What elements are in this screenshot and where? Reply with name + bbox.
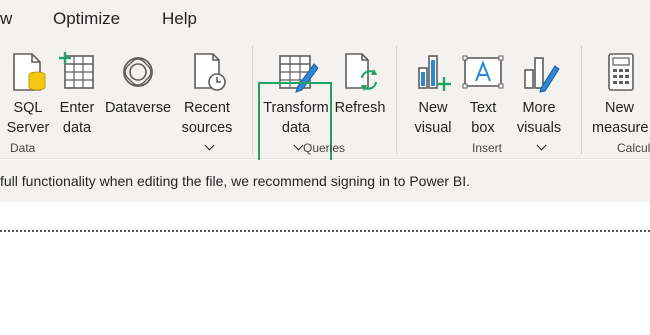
refresh-button[interactable]: Refresh (334, 44, 386, 134)
more-visuals-label-2: visuals (516, 120, 562, 136)
enter-data-label: Enter (59, 100, 95, 116)
new-measure-button[interactable]: New measure (588, 44, 650, 136)
sql-server-label-2: Server (6, 120, 50, 136)
text-box-button[interactable]: Text box (460, 44, 506, 136)
report-canvas[interactable] (0, 202, 650, 335)
text-box-icon (462, 55, 504, 89)
sql-server-button[interactable]: SQL Server (4, 44, 52, 136)
new-measure-icon (608, 53, 634, 91)
chevron-down-icon (204, 140, 214, 151)
group-label-calculations: Calcul (617, 141, 650, 155)
dataverse-label: Dataverse (104, 100, 172, 116)
new-visual-label-2: visual (414, 120, 452, 136)
group-separator (396, 46, 397, 154)
chevron-down-icon (536, 140, 546, 151)
enter-data-label-2: data (62, 120, 92, 136)
notification-text: full functionality when editing the file… (0, 173, 471, 189)
group-label-queries: Queries (303, 141, 346, 155)
dataverse-icon (123, 57, 153, 87)
refresh-label: Refresh (334, 100, 386, 116)
sql-server-label: SQL (13, 100, 43, 116)
transform-data-highlight (258, 82, 332, 171)
dataverse-button[interactable]: Dataverse (102, 44, 174, 134)
enter-data-button[interactable]: Enter data (54, 44, 100, 136)
ribbon-tab-bar: w Optimize Help (0, 0, 650, 40)
recent-sources-label: Recent (184, 100, 230, 116)
enter-data-icon (59, 52, 94, 89)
group-label-insert: Insert (472, 141, 503, 155)
more-visuals-button[interactable]: More visuals (508, 44, 570, 151)
sign-in-notification-bar: full functionality when editing the file… (0, 160, 650, 202)
new-measure-label-2: measure (592, 120, 649, 136)
new-visual-button[interactable]: New visual (410, 44, 456, 136)
new-visual-icon (418, 55, 451, 91)
recent-sources-button[interactable]: Recent sources (172, 44, 242, 151)
tab-help[interactable]: Help (162, 9, 197, 29)
canvas-page-boundary (0, 230, 650, 232)
refresh-icon (345, 53, 378, 91)
new-visual-label: New (418, 100, 448, 116)
sql-server-icon (13, 53, 46, 91)
recent-sources-label-2: sources (181, 120, 233, 136)
group-label-data: Data (10, 141, 36, 155)
group-separator (252, 46, 253, 154)
more-visuals-label: More (522, 100, 556, 116)
text-box-label-2: box (471, 120, 495, 136)
more-visuals-icon (524, 57, 560, 93)
text-box-label: Text (469, 100, 497, 116)
tab-optimize[interactable]: Optimize (53, 9, 120, 29)
new-measure-label: New (605, 100, 635, 116)
group-separator (581, 46, 582, 154)
recent-sources-icon (194, 53, 226, 91)
tab-view[interactable]: w (0, 9, 12, 29)
ribbon: SQL Server Enter data Dataverse Recent s… (0, 40, 650, 171)
